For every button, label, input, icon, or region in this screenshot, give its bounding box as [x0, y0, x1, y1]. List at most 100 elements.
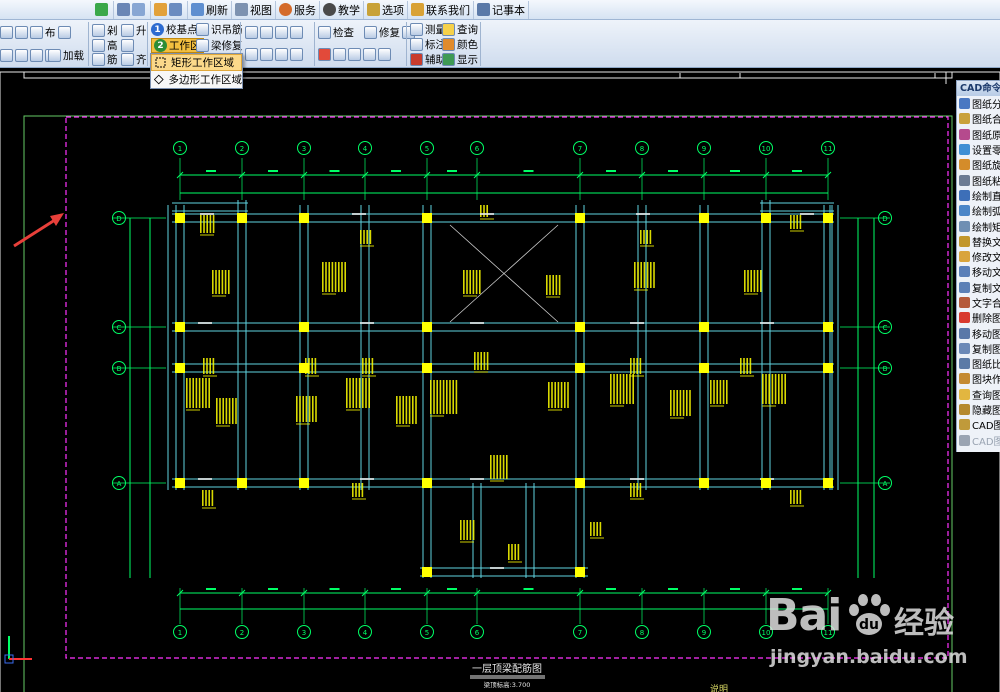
rebar-label-mark	[670, 390, 672, 416]
raise-button[interactable]: 升	[121, 23, 147, 38]
rebar-label-mark	[632, 374, 634, 404]
rebar-label-mark	[452, 380, 454, 414]
rebar-label-mark	[643, 230, 645, 244]
cad-command-move-text[interactable]: 移动文	[957, 264, 1000, 279]
cad-command-query[interactable]: 查询图	[957, 387, 1000, 402]
axis-label-left: A	[117, 480, 122, 488]
cad-command-zero[interactable]: 设置零	[957, 142, 1000, 157]
axis-label-bottom: 3	[302, 629, 306, 637]
cad-command-paste[interactable]: 图纸粘	[957, 172, 1000, 188]
align-button[interactable]: 齐	[121, 52, 147, 67]
left-tool-1[interactable]: 布	[0, 25, 73, 40]
rebar-label-mark	[212, 358, 215, 374]
height-button[interactable]: 高	[92, 38, 118, 53]
axis-label-bottom: 6	[475, 629, 480, 637]
rebar-label-mark	[296, 396, 298, 422]
rebar-label-mark	[636, 483, 638, 497]
rebar-label-mark	[360, 230, 362, 244]
cad-command-merge[interactable]: 图纸合	[957, 111, 1000, 126]
cad-command-layers[interactable]: CAD图层	[957, 417, 1000, 432]
axis-label-top: 11	[824, 145, 833, 153]
dim-label	[523, 588, 534, 590]
display-button[interactable]: 显示	[442, 52, 478, 67]
column	[575, 322, 585, 332]
align-icon	[121, 53, 134, 66]
polygon-icon	[154, 74, 164, 85]
cad-command-split[interactable]: 图纸分	[957, 96, 1000, 111]
cad-command-copy[interactable]: 复制图	[957, 341, 1000, 356]
rebar-label-mark	[308, 396, 311, 422]
cad-command-rotate[interactable]: 图纸旋	[957, 157, 1000, 172]
rebar-label-mark	[228, 270, 230, 294]
rebar-label-mark	[710, 380, 712, 404]
rebar-label-mark	[511, 544, 513, 560]
column	[823, 478, 833, 488]
polygon-work-area-option[interactable]: 多边形工作区域	[151, 71, 242, 88]
break-icon	[348, 48, 361, 61]
cad-command-block[interactable]: 图块作	[957, 371, 1000, 386]
rebar-label-mark	[358, 378, 361, 408]
chop-button[interactable]: 剁	[92, 23, 118, 38]
rebar-label-mark	[564, 382, 566, 408]
column-markers	[175, 213, 833, 577]
cad-command-delete[interactable]: 删除图	[957, 310, 1000, 325]
edit-tools-row[interactable]	[318, 47, 393, 62]
rebar-label-mark	[208, 490, 210, 506]
calibrate-base-point-button[interactable]: 1 校基点	[151, 22, 198, 37]
notepad-icon	[477, 3, 490, 16]
options-icon	[367, 3, 380, 16]
rebar-label-mark	[630, 483, 632, 497]
menu-options-button[interactable]: 选项	[364, 0, 408, 19]
rebar-label-mark	[686, 390, 688, 416]
cad-command-label: 绘制矩	[972, 222, 1000, 234]
rebar-label-mark	[626, 374, 628, 404]
cad-command-replace-text[interactable]: 替换文	[957, 234, 1000, 249]
assist-button[interactable]: 辅助	[410, 52, 446, 67]
cad-command-hide[interactable]: 隐藏图	[957, 402, 1000, 417]
check-button[interactable]: 检查	[318, 25, 354, 40]
rect-work-area-option[interactable]: 矩形工作区域	[151, 54, 242, 71]
load-button[interactable]: 加载	[48, 48, 84, 63]
rebar-label-mark	[455, 380, 458, 414]
cad-command-copy-text[interactable]: 复制文	[957, 280, 1000, 295]
cad-command-arc[interactable]: 绘制弧	[957, 203, 1000, 218]
rebar-label-mark	[216, 398, 218, 424]
cad-command-line[interactable]: 绘制直	[957, 188, 1000, 203]
cad-command-scale[interactable]: 图纸比	[957, 356, 1000, 371]
edit-text-icon	[959, 251, 970, 263]
rebar-label-mark	[449, 380, 451, 414]
annotate-button[interactable]: 标注	[410, 37, 446, 52]
rebar-button[interactable]: 筋	[92, 52, 118, 67]
menu-service-button[interactable]: 服务	[276, 0, 320, 19]
menu-teaching-button[interactable]: 教学	[320, 0, 364, 19]
cad-command-rect[interactable]: 绘制矩	[957, 218, 1000, 234]
cad-command-label: CAD图层	[972, 421, 1000, 433]
cad-command-merge-text[interactable]: 文字合	[957, 295, 1000, 310]
beam-repair-button[interactable]: 梁修复	[196, 38, 243, 53]
zero-icon	[959, 144, 970, 156]
copy-text-icon	[959, 281, 970, 293]
cad-command-move[interactable]: 移动图	[957, 325, 1000, 341]
query-button[interactable]: 查询	[442, 22, 478, 37]
menu-view-button[interactable]: 视图	[232, 0, 276, 19]
menu-dimension-button[interactable]	[114, 0, 151, 19]
cad-command-origin[interactable]: 图纸原	[957, 127, 1000, 142]
column	[761, 478, 771, 488]
menu-contact-button[interactable]: 联系我们	[408, 0, 474, 19]
rebar-label-mark	[760, 270, 762, 292]
rebar-label-mark	[205, 378, 207, 408]
beam-name-mark	[360, 322, 374, 324]
menu-puzzle-button[interactable]	[92, 0, 114, 19]
rebar-label-mark	[633, 358, 635, 374]
measure-button[interactable]: 测量	[410, 22, 446, 37]
cad-command-edit-text[interactable]: 修改文	[957, 249, 1000, 264]
height-b-button[interactable]	[121, 38, 136, 53]
menu-window-button[interactable]	[151, 0, 188, 19]
menu-notepad-button[interactable]: 记事本	[474, 0, 529, 19]
view-tools-row2[interactable]	[245, 47, 305, 62]
recognize-hanger-bar-button[interactable]: 识吊筋	[196, 22, 243, 37]
color-button[interactable]: 颜色	[442, 37, 478, 52]
layers-icon	[959, 419, 970, 431]
view-tools-row1[interactable]	[245, 25, 305, 40]
menu-refresh-button[interactable]: 刷新	[188, 0, 232, 19]
